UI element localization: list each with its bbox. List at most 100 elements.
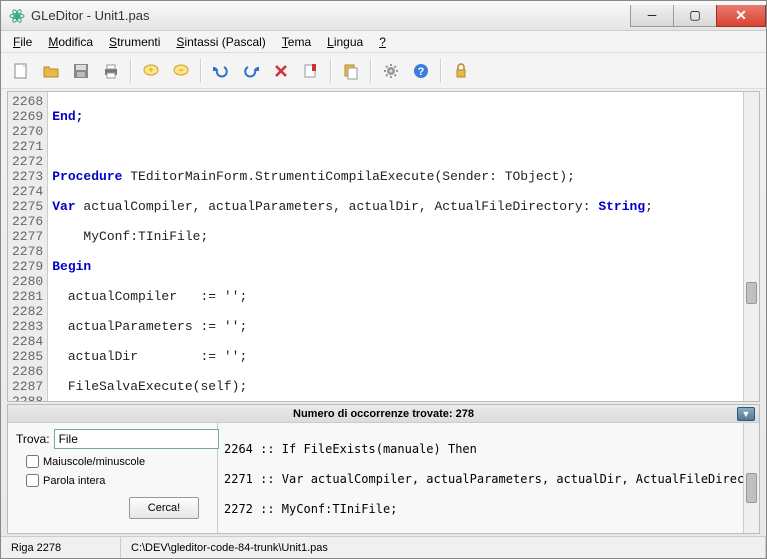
copy-button[interactable] — [337, 57, 365, 85]
line-number: 2286 — [12, 364, 43, 379]
txt: ; — [645, 199, 653, 214]
line-number: 2269 — [12, 109, 43, 124]
line-number: 2268 — [12, 94, 43, 109]
result-row[interactable]: 2271 :: Var actualCompiler, actualParame… — [224, 472, 737, 487]
line-number: 2284 — [12, 334, 43, 349]
whole-word-checkbox[interactable]: Parola intera — [16, 474, 209, 487]
kw: Begin — [52, 259, 91, 274]
close-button[interactable]: ✕ — [716, 5, 766, 27]
titlebar: GLeDitor - Unit1.pas ─ ▢ ✕ — [1, 1, 766, 31]
toolbar-separator — [440, 59, 442, 83]
line-number: 2281 — [12, 289, 43, 304]
print-button[interactable] — [97, 57, 125, 85]
search-body: Trova: Maiuscole/minuscole Parola intera… — [8, 423, 759, 533]
redo-button[interactable] — [237, 57, 265, 85]
line-number: 2273 — [12, 169, 43, 184]
line-number: 2285 — [12, 349, 43, 364]
status-path: C:\DEV\gleditor-code-84-trunk\Unit1.pas — [121, 537, 766, 558]
line-number: 2270 — [12, 124, 43, 139]
line-number: 2287 — [12, 379, 43, 394]
statusbar: Riga 2278 C:\DEV\gleditor-code-84-trunk\… — [1, 536, 766, 558]
search-input[interactable] — [54, 429, 219, 449]
bookmark-button[interactable] — [297, 57, 325, 85]
line-number: 2278 — [12, 244, 43, 259]
result-row[interactable]: 2264 :: If FileExists(manuale) Then — [224, 442, 737, 457]
result-row[interactable]: 2277 :: FileSalvaExecute(self); — [224, 532, 737, 533]
search-count-label: Numero di occorrenze trovate: 278 — [293, 408, 474, 420]
code-line: MyConf:TIniFile; — [52, 229, 739, 244]
collapse-panel-button[interactable]: ▼ — [737, 407, 755, 421]
scroll-thumb[interactable] — [746, 473, 757, 503]
whole-label: Parola intera — [43, 475, 105, 487]
code-line: End; — [52, 109, 83, 124]
line-number: 2272 — [12, 154, 43, 169]
search-button[interactable]: Cerca! — [129, 497, 199, 519]
toolbar-separator — [370, 59, 372, 83]
code-editor[interactable]: 2268 2269 2270 2271 2272 2273 2274 2275 … — [7, 91, 760, 402]
whole-checkbox-input[interactable] — [26, 474, 39, 487]
svg-text:−: − — [178, 65, 183, 75]
kw: Var — [52, 199, 75, 214]
code-line: FileSalvaExecute(self); — [52, 379, 739, 394]
lock-button[interactable] — [447, 57, 475, 85]
toolbar-separator — [330, 59, 332, 83]
line-number: 2282 — [12, 304, 43, 319]
code-line: actualCompiler := ''; — [52, 289, 739, 304]
case-sensitive-checkbox[interactable]: Maiuscole/minuscole — [16, 455, 209, 468]
save-button[interactable] — [67, 57, 95, 85]
toolbar-separator — [130, 59, 132, 83]
menu-sintassi[interactable]: Sintassi (Pascal) — [170, 33, 271, 51]
svg-text:?: ? — [418, 66, 425, 78]
txt: TEditorMainForm.StrumentiCompilaExecute(… — [122, 169, 574, 184]
case-checkbox-input[interactable] — [26, 455, 39, 468]
status-line: Riga 2278 — [1, 537, 121, 558]
undo-button[interactable] — [207, 57, 235, 85]
result-row[interactable]: 2272 :: MyConf:TIniFile; — [224, 502, 737, 517]
code-line: actualParameters := ''; — [52, 319, 739, 334]
code-line: actualDir := ''; — [52, 349, 739, 364]
maximize-button[interactable]: ▢ — [673, 5, 717, 27]
delete-button[interactable] — [267, 57, 295, 85]
minimize-button[interactable]: ─ — [630, 5, 674, 27]
line-gutter: 2268 2269 2270 2271 2272 2273 2274 2275 … — [8, 92, 48, 401]
line-number: 2275 — [12, 199, 43, 214]
menu-strumenti[interactable]: Strumenti — [103, 33, 166, 51]
menu-file[interactable]: File — [7, 33, 38, 51]
results-scrollbar[interactable] — [743, 423, 759, 533]
comment-add-button[interactable]: + — [137, 57, 165, 85]
search-panel: Numero di occorrenze trovate: 278 ▼ Trov… — [7, 404, 760, 534]
line-number: 2276 — [12, 214, 43, 229]
line-number: 2277 — [12, 229, 43, 244]
line-number: 2283 — [12, 319, 43, 334]
menu-lingua[interactable]: Lingua — [321, 33, 369, 51]
search-results[interactable]: 2264 :: If FileExists(manuale) Then 2271… — [218, 423, 743, 533]
line-number: 2288 — [12, 394, 43, 402]
help-button[interactable]: ? — [407, 57, 435, 85]
search-label: Trova: — [16, 432, 50, 446]
menu-tema[interactable]: Tema — [276, 33, 317, 51]
txt: actualCompiler, actualParameters, actual… — [76, 199, 599, 214]
app-window: GLeDitor - Unit1.pas ─ ▢ ✕ File Modifica… — [0, 0, 767, 559]
case-label: Maiuscole/minuscole — [43, 456, 145, 468]
search-controls: Trova: Maiuscole/minuscole Parola intera… — [8, 423, 218, 533]
search-header: Numero di occorrenze trovate: 278 ▼ — [8, 405, 759, 423]
toolbar: + − ? — [1, 53, 766, 89]
settings-button[interactable] — [377, 57, 405, 85]
window-title: GLeDitor - Unit1.pas — [31, 8, 631, 23]
toolbar-separator — [200, 59, 202, 83]
menu-help[interactable]: ? — [373, 33, 392, 51]
new-file-button[interactable] — [7, 57, 35, 85]
menu-modifica[interactable]: Modifica — [42, 33, 99, 51]
editor-scrollbar[interactable] — [743, 92, 759, 401]
kw: Procedure — [52, 169, 122, 184]
open-file-button[interactable] — [37, 57, 65, 85]
menubar: File Modifica Strumenti Sintassi (Pascal… — [1, 31, 766, 53]
window-controls: ─ ▢ ✕ — [631, 5, 766, 27]
line-number: 2280 — [12, 274, 43, 289]
scroll-thumb[interactable] — [746, 282, 757, 304]
svg-text:+: + — [148, 65, 153, 75]
code-content[interactable]: End; Procedure TEditorMainForm.Strumenti… — [48, 92, 743, 401]
kw: String — [598, 199, 645, 214]
line-number: 2279 — [12, 259, 43, 274]
comment-remove-button[interactable]: − — [167, 57, 195, 85]
